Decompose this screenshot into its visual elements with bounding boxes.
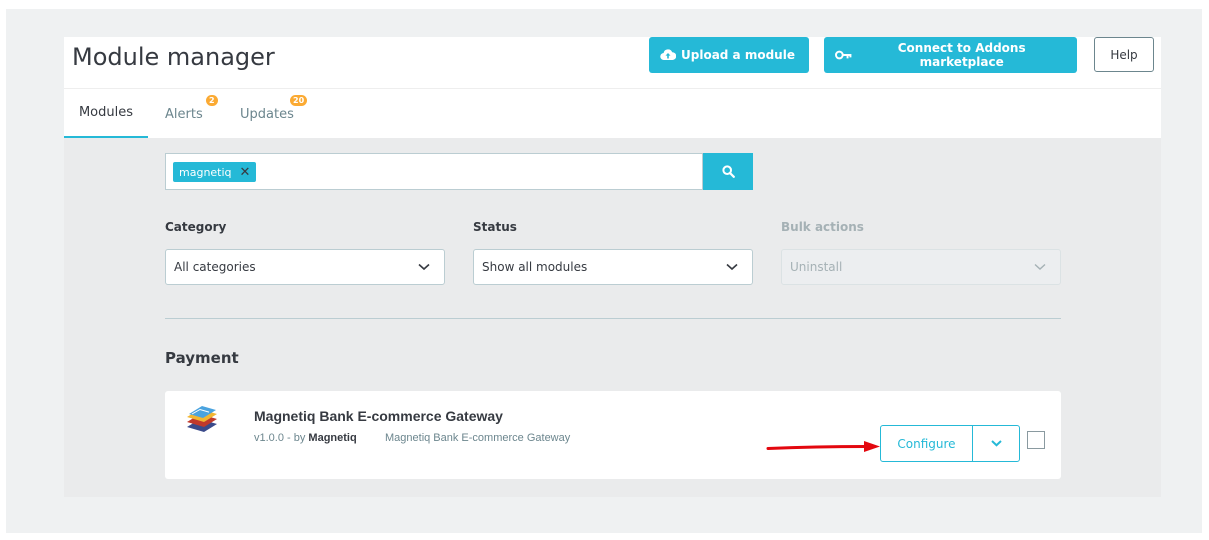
connect-addons-label: Connect to Addons marketplace [897, 41, 1026, 69]
bulk-actions-select-value: Uninstall [790, 260, 843, 274]
category-select[interactable]: All categories [165, 249, 445, 285]
search-tag: magnetiq ✕ [173, 162, 257, 182]
search-button[interactable] [703, 153, 753, 190]
configure-button[interactable]: Configure [881, 426, 973, 461]
tab-updates-label: Updates [240, 106, 294, 122]
module-select-checkbox[interactable] [1027, 431, 1045, 449]
tab-alerts[interactable]: Alerts 2 [165, 89, 218, 139]
section-title-payment: Payment [165, 349, 239, 367]
category-select-value: All categories [174, 260, 256, 274]
module-actions-dropdown[interactable] [973, 426, 1019, 461]
key-icon [835, 50, 852, 60]
connect-addons-button[interactable]: Connect to Addons marketplace [824, 37, 1077, 73]
page-title: Module manager [72, 43, 275, 71]
module-card: Magnetiq Bank E-commerce Gateway v1.0.0 … [165, 391, 1061, 479]
status-select[interactable]: Show all modules [473, 249, 753, 285]
chevron-down-icon [726, 263, 738, 271]
tab-bar: Modules Alerts 2 Updates 20 [64, 88, 1161, 139]
status-label: Status [473, 220, 517, 234]
upload-module-label: Upload a module [681, 48, 795, 62]
bulk-actions-select[interactable]: Uninstall [781, 249, 1061, 285]
search-input[interactable]: magnetiq ✕ [165, 153, 703, 190]
status-select-value: Show all modules [482, 260, 588, 274]
module-version: v1.0.0 - by Magnetiq [254, 432, 357, 444]
cloud-upload-icon [660, 49, 676, 61]
search-tag-label: magnetiq [179, 165, 232, 179]
alerts-count-badge: 2 [206, 95, 218, 106]
module-logo-icon [187, 406, 217, 432]
chevron-down-icon [990, 440, 1002, 447]
category-label: Category [165, 220, 227, 234]
tab-modules[interactable]: Modules [64, 89, 148, 139]
tab-updates[interactable]: Updates 20 [240, 89, 308, 139]
module-author: Magnetiq [308, 432, 357, 444]
module-list-content: magnetiq ✕ Category All categories Statu… [64, 138, 1161, 497]
module-name: Magnetiq Bank E-commerce Gateway [254, 408, 503, 424]
help-button[interactable]: Help [1094, 37, 1154, 72]
module-description: Magnetiq Bank E-commerce Gateway [385, 432, 571, 444]
divider [165, 318, 1061, 319]
tab-modules-label: Modules [78, 105, 134, 120]
module-version-text: v1.0.0 - by [254, 432, 306, 444]
page-header: Module manager Upload a module Connect t… [64, 37, 1161, 139]
updates-count-badge: 20 [290, 95, 308, 106]
bulk-actions-label: Bulk actions [781, 220, 864, 234]
annotation-arrow [766, 441, 880, 452]
upload-module-button[interactable]: Upload a module [649, 37, 809, 73]
tab-alerts-label: Alerts [165, 106, 203, 122]
chevron-down-icon [1034, 263, 1046, 270]
search-icon [721, 165, 735, 178]
chevron-down-icon [418, 263, 430, 271]
module-action-group: Configure [880, 425, 1020, 462]
close-icon[interactable]: ✕ [240, 166, 251, 179]
